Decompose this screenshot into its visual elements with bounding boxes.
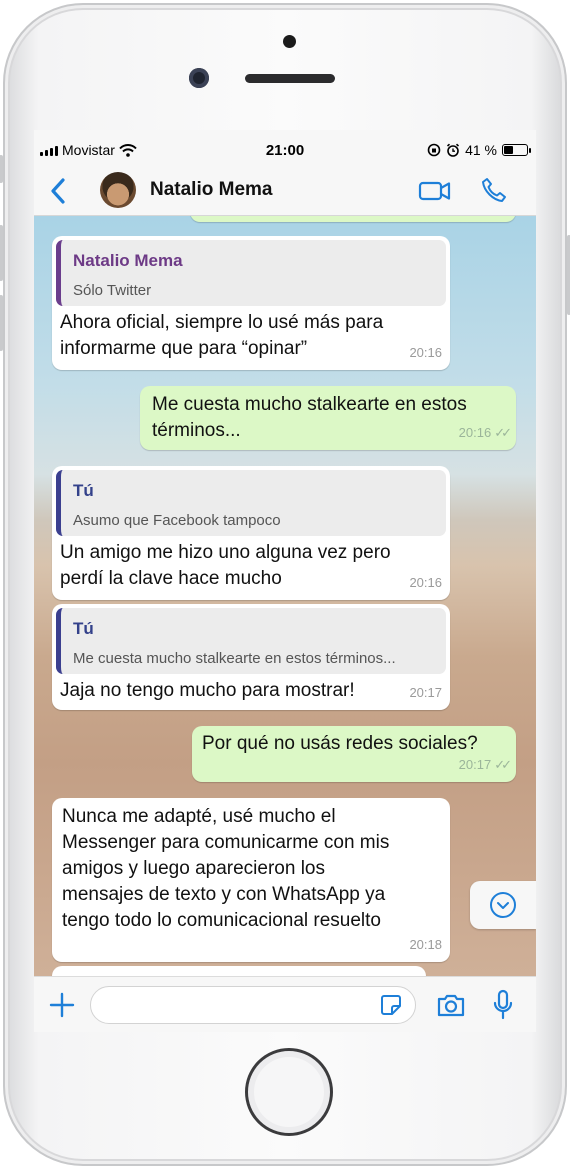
- front-camera: [189, 68, 209, 88]
- message-time: 20:17 ✓✓: [458, 757, 512, 772]
- message-text: perdí la clave hace mucho: [60, 568, 282, 589]
- volume-up-button: [0, 225, 3, 281]
- proximity-sensor: [283, 35, 296, 48]
- contact-name[interactable]: Natalio Mema: [150, 179, 272, 201]
- screen: Movistar 21:00 41 % Natalio Mema Natalio…: [34, 130, 536, 1032]
- message-text: Messenger para comunicarme con mis: [62, 832, 390, 853]
- message-bubble-outgoing[interactable]: Por qué no usás redes sociales? 20:17 ✓✓: [192, 726, 516, 782]
- message-text: tengo todo lo comunicacional resuelto: [62, 910, 381, 931]
- home-button[interactable]: [245, 1048, 333, 1136]
- quote-author: Natalio Mema: [73, 251, 183, 270]
- sticker-icon[interactable]: [380, 994, 402, 1016]
- quote-author: Tú: [73, 619, 94, 638]
- message-time: 20:16 ✓✓: [458, 425, 512, 440]
- message-text: Jaja no tengo mucho para mostrar!: [60, 680, 355, 701]
- quote-text: Asumo que Facebook tampoco: [73, 512, 281, 529]
- message-bubble-incoming[interactable]: Natalio Mema Sólo Twitter Ahora oficial,…: [52, 236, 450, 370]
- contact-avatar[interactable]: [100, 172, 136, 208]
- back-chevron-icon[interactable]: [46, 176, 72, 206]
- video-call-icon[interactable]: [418, 178, 452, 204]
- read-receipt-icon: ✓✓: [494, 425, 512, 440]
- scroll-to-bottom-button[interactable]: [470, 881, 536, 929]
- message-text: Un amigo me hizo uno alguna vez pero: [60, 542, 391, 563]
- chevron-down-icon: [490, 892, 516, 918]
- microphone-icon[interactable]: [492, 989, 514, 1021]
- status-bar: Movistar 21:00 41 %: [34, 130, 536, 170]
- quoted-message[interactable]: Tú Me cuesta mucho stalkearte en estos t…: [56, 608, 446, 674]
- quote-text: Sólo Twitter: [73, 282, 152, 299]
- message-time: 20:17: [409, 685, 442, 700]
- voice-call-icon[interactable]: [480, 176, 508, 204]
- volume-down-button: [0, 295, 3, 351]
- message-bubble-incoming[interactable]: Nunca me adapté, usé mucho el Messenger …: [52, 798, 450, 962]
- message-input[interactable]: [90, 986, 416, 1024]
- message-time: 20:16: [409, 575, 442, 590]
- plus-icon[interactable]: [48, 991, 76, 1019]
- message-text: Ahora oficial, siempre lo usé más para: [60, 312, 384, 333]
- camera-icon[interactable]: [436, 991, 466, 1019]
- quote-text: Me cuesta mucho stalkearte en estos térm…: [73, 650, 396, 667]
- chat-area[interactable]: Natalio Mema Sólo Twitter Ahora oficial,…: [34, 216, 536, 976]
- message-text: Nunca me adapté, usé mucho el: [62, 806, 336, 827]
- message-text: informarme que para “opinar”: [60, 338, 308, 359]
- quoted-message[interactable]: Tú Asumo que Facebook tampoco: [56, 470, 446, 536]
- message-text: Me cuesta mucho stalkearte en estos: [152, 394, 467, 415]
- battery-percentage: 41 %: [465, 142, 497, 158]
- message-time: 20:16: [409, 345, 442, 360]
- message-text: mensajes de texto y con WhatsApp ya: [62, 884, 386, 905]
- earpiece-speaker: [245, 74, 335, 83]
- message-bubble-outgoing[interactable]: Me cuesta mucho stalkearte en estos térm…: [140, 386, 516, 450]
- chat-header: Natalio Mema: [34, 166, 536, 216]
- message-input-bar: [34, 976, 536, 1032]
- message-bubble-incoming[interactable]: Tú Asumo que Facebook tampoco Un amigo m…: [52, 466, 450, 600]
- rotation-lock-icon: [427, 143, 441, 157]
- message-bubble-partial: [52, 966, 426, 976]
- message-bubble-incoming[interactable]: Tú Me cuesta mucho stalkearte en estos t…: [52, 604, 450, 710]
- mute-switch: [0, 155, 3, 183]
- message-bubble-partial: [190, 216, 516, 222]
- message-time: 20:18: [409, 937, 442, 952]
- alarm-icon: [447, 143, 460, 157]
- read-receipt-icon: ✓✓: [494, 757, 512, 772]
- quote-author: Tú: [73, 481, 94, 500]
- battery-icon: [502, 144, 531, 156]
- quoted-message[interactable]: Natalio Mema Sólo Twitter: [56, 240, 446, 306]
- message-text: amigos y luego aparecieron los: [62, 858, 325, 879]
